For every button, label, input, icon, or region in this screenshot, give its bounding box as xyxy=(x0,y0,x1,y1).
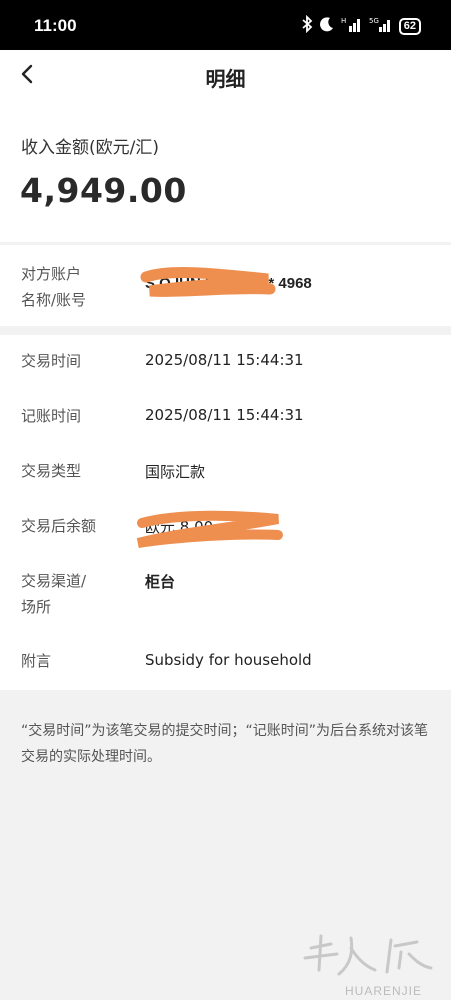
svg-text:5G: 5G xyxy=(369,17,379,25)
details-card: 交易时间 2025/08/11 15:44:31 记账时间 2025/08/11… xyxy=(0,335,451,690)
status-icons: H 5G 62 xyxy=(301,14,421,37)
detail-label: 交易渠道/ 场所 xyxy=(21,572,87,616)
page-title: 明细 xyxy=(205,67,246,91)
header-bar: 明细 xyxy=(0,50,451,100)
signal-icon: H xyxy=(341,16,363,36)
bluetooth-icon xyxy=(301,14,313,37)
footnote: “交易时间”为该笔交易的提交时间；“记账时间”为后台系统对该笔交易的实际处理时间… xyxy=(21,723,429,765)
amount-card: 收入金额(欧元/汇) 4,949.00 xyxy=(0,100,451,242)
signal-5g-icon: 5G xyxy=(369,16,393,36)
moon-icon xyxy=(319,16,335,36)
watermark-logo: HUARENJIE xyxy=(291,928,441,998)
counterparty-label: 对方账户 名称/账号 xyxy=(21,265,87,309)
detail-value: 柜台 xyxy=(145,573,176,591)
detail-value: 2025/08/11 15:44:31 xyxy=(145,351,304,369)
redaction-mark xyxy=(140,267,276,297)
detail-value: Subsidy for household xyxy=(145,651,312,669)
detail-value: 国际汇款 xyxy=(145,463,206,481)
amount-value: 4,949.00 xyxy=(20,171,187,210)
detail-label: 交易类型 xyxy=(21,462,82,480)
detail-label: 交易后余额 xyxy=(21,517,97,535)
battery-icon: 62 xyxy=(398,17,421,35)
detail-label: 记账时间 xyxy=(21,407,82,425)
detail-value: 2025/08/11 15:44:31 xyxy=(145,406,304,424)
detail-label: 附言 xyxy=(21,652,52,670)
counterparty-card: 对方账户 名称/账号 S O IUN IT81 ****** 4968 xyxy=(0,245,451,326)
status-time: 11:00 xyxy=(34,16,77,35)
status-bar: 11:00 H 5G 62 xyxy=(0,0,451,50)
watermark-text: HUARENJIE xyxy=(345,984,423,998)
amount-label: 收入金额(欧元/汇) xyxy=(21,138,159,158)
detail-label: 交易时间 xyxy=(21,352,82,370)
redaction-mark xyxy=(136,510,283,548)
section-divider xyxy=(0,326,451,335)
svg-text:H: H xyxy=(341,17,346,25)
